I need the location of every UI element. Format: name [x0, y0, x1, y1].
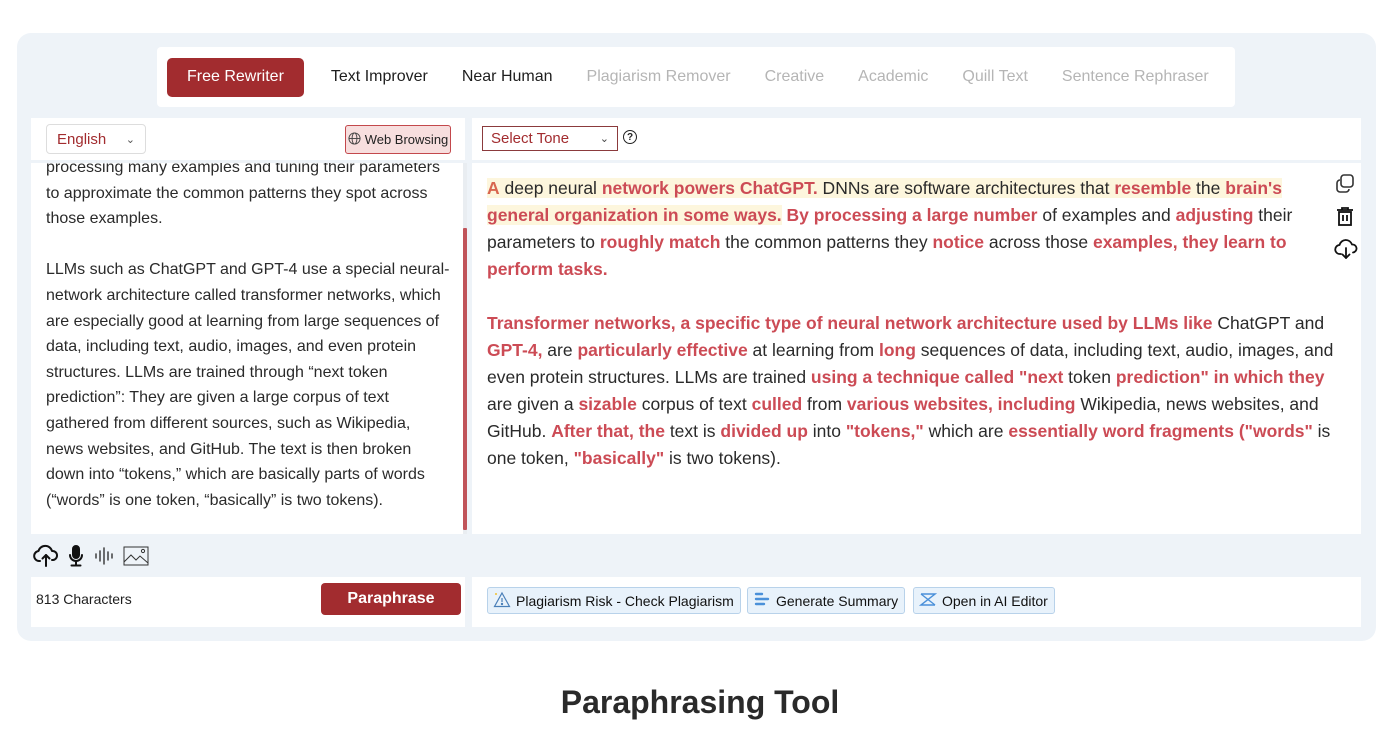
changed-phrase[interactable]: various websites, including [847, 394, 1076, 414]
ai-editor-icon [918, 591, 938, 611]
input-footer: 813 Characters Paraphrase [31, 577, 465, 627]
unchanged-text: the common patterns they [720, 232, 933, 252]
output-footer: Plagiarism Risk - Check Plagiarism Gener… [472, 577, 1361, 627]
changed-phrase[interactable]: adjusting [1176, 205, 1254, 225]
trash-icon[interactable] [1334, 205, 1358, 232]
unchanged-text: are given a [487, 394, 579, 414]
check-plagiarism-button[interactable]: Plagiarism Risk - Check Plagiarism [487, 587, 741, 614]
unchanged-text: is two tokens). [664, 448, 781, 468]
changed-phrase[interactable]: sizable [578, 394, 636, 414]
web-browsing-button[interactable]: Web Browsing [345, 125, 451, 154]
chevron-down-icon: ⌄ [125, 133, 135, 146]
tab-academic[interactable]: Academic [841, 58, 945, 97]
globe-icon [348, 131, 361, 148]
tab-free-rewriter[interactable]: Free Rewriter [167, 57, 304, 97]
input-scrollbar-thumb[interactable] [463, 228, 467, 530]
unchanged-text: are [542, 340, 578, 360]
tab-plagiarism-remover[interactable]: Plagiarism Remover [570, 58, 748, 97]
summary-bars-icon [753, 591, 771, 611]
page-heading: Paraphrasing Tool [560, 684, 840, 720]
output-paragraph: Transformer networks, a specific type of… [487, 310, 1337, 472]
changed-phrase[interactable]: network powers ChatGPT. [601, 178, 818, 198]
generate-summary-button[interactable]: Generate Summary [747, 587, 906, 614]
download-cloud-icon[interactable] [1334, 238, 1358, 265]
output-toolbar: Select Tone ⌄ ? [472, 118, 1361, 160]
input-tools [33, 544, 149, 568]
unchanged-text: DNNs are software architectures that [817, 178, 1115, 198]
unchanged-text: of examples and [1037, 205, 1176, 225]
changed-phrase[interactable]: divided up [720, 421, 808, 441]
changed-phrase[interactable]: GPT-4, [487, 340, 542, 360]
changed-phrase[interactable]: prediction" in which they [1116, 367, 1325, 387]
unchanged-text: the [1191, 178, 1226, 198]
unchanged-text: across those [984, 232, 1093, 252]
changed-phrase[interactable]: notice [932, 232, 984, 252]
tab-near-human[interactable]: Near Human [445, 58, 570, 97]
tab-quill-text[interactable]: Quill Text [945, 58, 1045, 97]
unchanged-text: into [807, 421, 846, 441]
upload-cloud-icon[interactable] [33, 544, 59, 568]
changed-phrase[interactable]: After that, the [551, 421, 665, 441]
help-icon[interactable]: ? [623, 130, 637, 144]
tone-select[interactable]: Select Tone ⌄ [482, 126, 618, 151]
changed-phrase[interactable]: resemble [1114, 178, 1192, 198]
check-plagiarism-label: Plagiarism Risk - Check Plagiarism [516, 592, 734, 609]
tab-creative[interactable]: Creative [748, 58, 842, 97]
tab-text-improver[interactable]: Text Improver [314, 58, 445, 97]
tab-sentence-rephraser[interactable]: Sentence Rephraser [1045, 58, 1226, 97]
open-ai-editor-label: Open in AI Editor [942, 592, 1048, 609]
unchanged-text: at learning from [747, 340, 879, 360]
input-text-area[interactable]: processing many examples and tuning thei… [31, 163, 463, 534]
changed-phrase[interactable]: using a technique called "next [811, 367, 1063, 387]
chevron-down-icon: ⌄ [599, 133, 609, 145]
warning-triangle-icon [493, 591, 511, 611]
output-text-area: A deep neural network powers ChatGPT. DN… [472, 163, 1361, 534]
language-value: English [57, 130, 107, 148]
language-select[interactable]: English ⌄ [46, 124, 146, 154]
input-paragraph: processing many examples and tuning thei… [46, 163, 440, 228]
paraphrase-button[interactable]: Paraphrase [321, 583, 461, 615]
tone-value: Select Tone [491, 130, 570, 147]
output-side-actions [1334, 172, 1358, 265]
changed-phrase[interactable]: By processing a large number [787, 205, 1038, 225]
audio-wave-icon[interactable] [93, 546, 115, 566]
unchanged-text: ChatGPT and [1212, 313, 1325, 333]
input-paragraph: LLMs such as ChatGPT and GPT-4 use a spe… [46, 261, 450, 509]
microphone-icon[interactable] [67, 544, 85, 568]
output-paragraph: A deep neural network powers ChatGPT. DN… [487, 175, 1337, 283]
unchanged-text: which are [923, 421, 1009, 441]
character-count: 813 Characters [36, 591, 132, 607]
unchanged-text: from [802, 394, 847, 414]
unchanged-text: corpus of text [636, 394, 752, 414]
changed-phrase[interactable]: A [487, 178, 500, 198]
changed-phrase[interactable]: roughly match [600, 232, 721, 252]
web-browsing-label: Web Browsing [364, 132, 449, 147]
changed-phrase[interactable]: "tokens," [846, 421, 924, 441]
changed-phrase[interactable]: particularly effective [577, 340, 747, 360]
unchanged-text: token [1063, 367, 1116, 387]
changed-phrase[interactable]: culled [752, 394, 803, 414]
input-toolbar: English ⌄ Web Browsing [31, 118, 465, 160]
changed-phrase[interactable]: long [879, 340, 916, 360]
mode-tabs: Free Rewriter Text Improver Near Human P… [157, 47, 1235, 107]
generate-summary-label: Generate Summary [776, 592, 899, 609]
unchanged-text: text is [664, 421, 721, 441]
changed-phrase[interactable]: "basically" [574, 448, 665, 468]
image-icon[interactable] [123, 546, 149, 566]
copy-icon[interactable] [1334, 172, 1358, 199]
unchanged-text: deep neural [499, 178, 602, 198]
changed-phrase[interactable]: Transformer networks, a specific type of… [487, 313, 1213, 333]
open-ai-editor-button[interactable]: Open in AI Editor [913, 587, 1055, 614]
changed-phrase[interactable]: essentially word fragments ("words" [1008, 421, 1312, 441]
